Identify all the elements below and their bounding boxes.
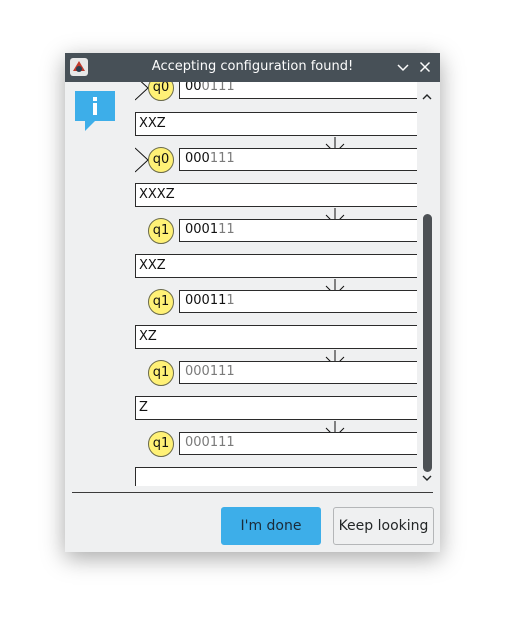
input-tape: 000111 bbox=[179, 219, 417, 242]
stack-contents: XXZ bbox=[135, 254, 417, 278]
input-tape: 000111 bbox=[179, 432, 417, 455]
separator bbox=[72, 492, 433, 493]
info-icon bbox=[75, 91, 115, 131]
state-circle: q1 bbox=[148, 289, 174, 315]
state-circle: q1 bbox=[148, 431, 174, 457]
state-circle: q0 bbox=[148, 147, 174, 173]
state-circle: q1 bbox=[148, 218, 174, 244]
stack-contents bbox=[135, 467, 417, 486]
title-bar[interactable]: Accepting configuration found! bbox=[65, 53, 440, 82]
stack-contents: Z bbox=[135, 396, 417, 420]
close-icon[interactable] bbox=[416, 58, 434, 76]
stack-contents: XZ bbox=[135, 325, 417, 349]
input-tape: 000111 bbox=[179, 148, 417, 171]
input-tape: 000111 bbox=[179, 82, 417, 99]
stack-contents: XXZ bbox=[135, 112, 417, 136]
scroll-down-arrow-icon[interactable] bbox=[421, 472, 433, 484]
scroll-up-arrow-icon[interactable] bbox=[421, 91, 433, 103]
state-circle: q1 bbox=[148, 360, 174, 386]
dialog-window: Accepting configuration found! q0 000111… bbox=[65, 53, 440, 552]
configuration-trace: q0 000111 XXZ q0 000111 XXXZ q1 000111 X… bbox=[135, 82, 417, 486]
chevron-down-icon[interactable] bbox=[394, 58, 412, 76]
state-circle: q0 bbox=[148, 82, 174, 101]
input-tape: 000111 bbox=[179, 290, 417, 313]
keep-looking-button[interactable]: Keep looking bbox=[333, 507, 434, 545]
window-title: Accepting configuration found! bbox=[151, 59, 354, 74]
stack-contents: XXXZ bbox=[135, 183, 417, 207]
input-tape: 000111 bbox=[179, 361, 417, 384]
scrollbar-thumb[interactable] bbox=[423, 214, 432, 472]
im-done-button[interactable]: I'm done bbox=[221, 507, 321, 545]
